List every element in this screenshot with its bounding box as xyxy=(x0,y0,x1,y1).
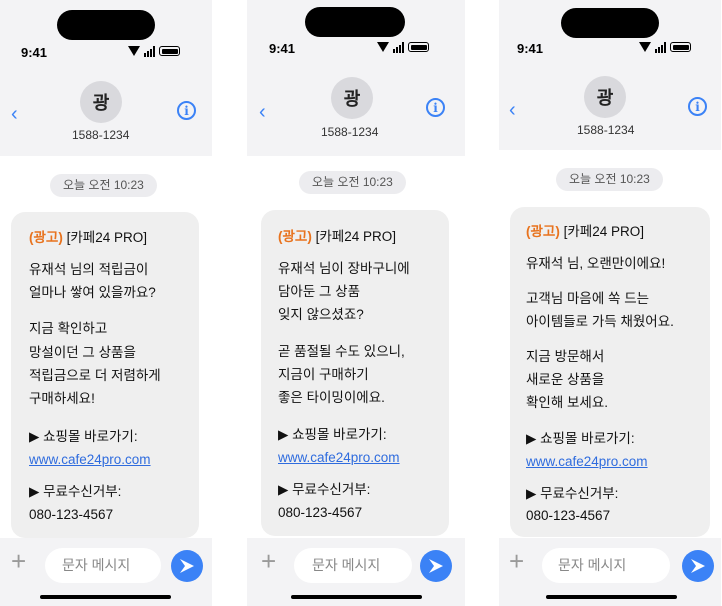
signal-icon xyxy=(144,45,155,57)
battery-icon xyxy=(159,46,180,56)
phone-screen-2: 9:41 ‹ 광 1588-1234 i 오늘 오전 10:23 (광고) [카… xyxy=(247,0,465,606)
date-divider: 오늘 오전 10:23 xyxy=(50,174,157,197)
info-icon[interactable]: i xyxy=(426,98,445,117)
send-arrow-icon xyxy=(180,559,194,573)
status-time: 9:41 xyxy=(21,45,48,60)
optout-label: ▶ 무료수신거부: xyxy=(526,486,619,501)
ad-tag: (광고) xyxy=(526,224,560,239)
wifi-icon xyxy=(639,42,651,52)
optout-number: 080-123-4567 xyxy=(526,508,611,523)
message-line: 유재석 님, 오랜만이에요! xyxy=(526,256,666,271)
optout-number: 080-123-4567 xyxy=(29,507,114,522)
message-bubble[interactable]: (광고) [카페24 PRO] 유재석 님이 장바구니에 담아둔 그 상품 잊지… xyxy=(261,210,449,536)
message-line: 고객님 마음에 쏙 드는 xyxy=(526,291,650,306)
message-line: 지금 확인하고 xyxy=(29,321,108,336)
shop-label: ▶ 쇼핑몰 바로가기: xyxy=(526,431,635,446)
battery-icon xyxy=(670,42,691,52)
message-line: 유재석 님의 적립금이 xyxy=(29,262,149,277)
dynamic-island xyxy=(561,8,659,38)
conversation-header: 9:41 ‹ 광 1588-1234 i xyxy=(247,0,465,156)
message-line: 새로운 상품을 xyxy=(526,372,605,387)
message-line: 얼마나 쌓여 있을까요? xyxy=(29,285,156,300)
optout-label: ▶ 무료수신거부: xyxy=(29,484,122,499)
ad-tag: (광고) xyxy=(29,230,63,245)
brand-name: [카페24 PRO] xyxy=(563,224,644,239)
sender-number: 1588-1234 xyxy=(321,125,379,139)
sender-avatar[interactable]: 광 xyxy=(331,77,373,119)
send-button[interactable] xyxy=(420,550,452,582)
wifi-icon xyxy=(128,46,140,56)
shop-link[interactable]: www.cafe24pro.com xyxy=(29,448,151,471)
message-line: 잊지 않으셨죠? xyxy=(278,307,364,322)
signal-icon xyxy=(393,41,404,53)
message-input[interactable]: 문자 메시지 xyxy=(542,548,670,583)
message-bubble[interactable]: (광고) [카페24 PRO] 유재석 님의 적립금이 얼마나 쌓여 있을까요?… xyxy=(11,212,199,538)
plus-icon[interactable]: + xyxy=(261,548,276,574)
signal-icon xyxy=(655,41,666,53)
plus-icon[interactable]: + xyxy=(11,548,26,574)
message-input[interactable]: 문자 메시지 xyxy=(45,548,161,583)
sender-avatar[interactable]: 광 xyxy=(584,76,626,118)
wifi-icon xyxy=(377,42,389,52)
plus-icon[interactable]: + xyxy=(509,548,524,574)
status-icons xyxy=(377,41,429,53)
message-line: 적립금으로 더 저렴하게 xyxy=(29,368,161,383)
message-line: 망설이던 그 상품을 xyxy=(29,345,136,360)
phone-screen-1: 9:41 ‹ 광 1588-1234 i 오늘 오전 10:23 (광고) [카… xyxy=(0,0,212,606)
status-icons xyxy=(639,41,691,53)
status-time: 9:41 xyxy=(269,41,296,56)
status-icons xyxy=(128,45,180,57)
compose-bar: + 문자 메시지 xyxy=(247,538,465,606)
message-line: 유재석 님이 장바구니에 xyxy=(278,261,410,276)
battery-icon xyxy=(408,42,429,52)
sender-avatar[interactable]: 광 xyxy=(80,81,122,123)
info-icon[interactable]: i xyxy=(688,97,707,116)
message-bubble[interactable]: (광고) [카페24 PRO] 유재석 님, 오랜만이에요! 고객님 마음에 쏙… xyxy=(510,207,710,537)
home-indicator xyxy=(40,595,171,599)
ad-tag: (광고) xyxy=(278,229,312,244)
message-line: 담아둔 그 상품 xyxy=(278,284,361,299)
message-line: 지금 방문해서 xyxy=(526,349,605,364)
back-chevron-icon[interactable]: ‹ xyxy=(11,104,18,124)
message-line: 지금이 구매하기 xyxy=(278,367,369,382)
home-indicator xyxy=(291,595,422,599)
dynamic-island xyxy=(57,10,155,40)
phone-screen-3: 9:41 ‹ 광 1588-1234 i 오늘 오전 10:23 (광고) [카… xyxy=(499,0,721,606)
conversation-header: 9:41 ‹ 광 1588-1234 i xyxy=(499,0,721,150)
brand-name: [카페24 PRO] xyxy=(315,229,396,244)
compose-bar: + 문자 메시지 xyxy=(499,538,721,606)
message-line: 곧 품절될 수도 있으니, xyxy=(278,344,405,359)
compose-bar: + 문자 메시지 xyxy=(0,538,212,606)
sender-number: 1588-1234 xyxy=(72,128,130,142)
back-chevron-icon[interactable]: ‹ xyxy=(259,102,266,122)
date-divider: 오늘 오전 10:23 xyxy=(556,168,663,191)
optout-label: ▶ 무료수신거부: xyxy=(278,482,371,497)
date-divider: 오늘 오전 10:23 xyxy=(299,171,406,194)
message-input[interactable]: 문자 메시지 xyxy=(294,548,412,583)
home-indicator xyxy=(546,595,677,599)
send-arrow-icon xyxy=(429,559,443,573)
info-icon[interactable]: i xyxy=(177,101,196,120)
sender-number: 1588-1234 xyxy=(577,123,635,137)
send-arrow-icon xyxy=(691,559,705,573)
message-line: 좋은 타이밍이에요. xyxy=(278,390,385,405)
message-line: 확인해 보세요. xyxy=(526,395,609,410)
shop-label: ▶ 쇼핑몰 바로가기: xyxy=(278,427,387,442)
back-chevron-icon[interactable]: ‹ xyxy=(509,100,516,120)
conversation-header: 9:41 ‹ 광 1588-1234 i xyxy=(0,0,212,156)
send-button[interactable] xyxy=(682,550,714,582)
message-line: 아이템들로 가득 채웠어요. xyxy=(526,314,674,329)
brand-name: [카페24 PRO] xyxy=(66,230,147,245)
optout-number: 080-123-4567 xyxy=(278,505,363,520)
status-time: 9:41 xyxy=(517,41,544,56)
shop-link[interactable]: www.cafe24pro.com xyxy=(526,450,648,473)
message-line: 구매하세요! xyxy=(29,391,95,406)
send-button[interactable] xyxy=(171,550,203,582)
shop-label: ▶ 쇼핑몰 바로가기: xyxy=(29,429,138,444)
dynamic-island xyxy=(305,7,405,37)
shop-link[interactable]: www.cafe24pro.com xyxy=(278,446,400,469)
